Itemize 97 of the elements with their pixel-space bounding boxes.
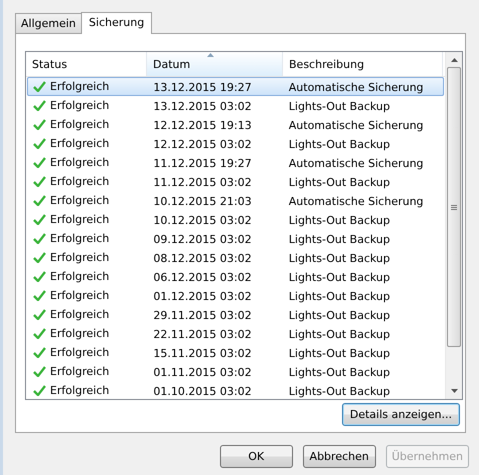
description-cell-text: Lights-Out Backup: [288, 175, 391, 190]
details-button[interactable]: Details anzeigen...: [342, 403, 460, 426]
status-cell-text: Erfolgreich: [50, 193, 110, 209]
date-cell-text: 01.11.2015 03:02: [152, 365, 253, 380]
status-cell-text: Erfolgreich: [50, 345, 110, 361]
checkmark-icon: [33, 214, 46, 225]
date-cell-text: 11.12.2015 19:27: [152, 156, 253, 171]
table-row[interactable]: Erfolgreich 01.12.2015 03:02 Lights-Out Backup: [27, 286, 444, 305]
description-cell-text: Lights-Out Backup: [288, 137, 391, 152]
sort-arrow-icon: [207, 53, 214, 57]
status-cell-text: Erfolgreich: [50, 307, 110, 323]
table-row[interactable]: Erfolgreich 11.12.2015 19:27 Automatische Sicherung: [27, 153, 444, 172]
status-cell-text: Erfolgreich: [50, 98, 110, 114]
status-cell-text: Erfolgreich: [50, 155, 110, 171]
table-row[interactable]: Erfolgreich 08.12.2015 03:02 Lights-Out Backup: [27, 248, 444, 267]
checkmark-icon: [33, 157, 46, 168]
checkmark-icon: [33, 100, 46, 111]
table-row[interactable]: Erfolgreich 01.10.2015 03:02 Lights-Out Backup: [27, 381, 444, 399]
date-cell-text: 12.12.2015 19:13: [152, 118, 253, 133]
table-row[interactable]: Erfolgreich 12.12.2015 19:13 Automatische Sicherung: [27, 115, 444, 134]
table-row[interactable]: Erfolgreich 06.12.2015 03:02 Lights-Out Backup: [27, 267, 444, 286]
checkmark-icon: [33, 233, 46, 244]
checkmark-icon: [33, 309, 46, 320]
status-cell-text: Erfolgreich: [50, 364, 110, 380]
description-cell-text: Automatische Sicherung: [288, 194, 424, 209]
description-cell-text: Lights-Out Backup: [288, 308, 391, 323]
date-cell-text: 10.12.2015 21:03: [152, 194, 253, 209]
status-cell-text: Erfolgreich: [50, 383, 110, 399]
status-cell-text: Erfolgreich: [50, 231, 110, 247]
checkmark-icon: [33, 81, 46, 92]
date-cell-text: 09.12.2015 03:02: [152, 232, 253, 247]
date-cell-text: 13.12.2015 03:02: [152, 99, 253, 114]
description-cell-text: Lights-Out Backup: [288, 99, 391, 114]
date-cell-text: 12.12.2015 03:02: [152, 137, 253, 152]
table-row[interactable]: Erfolgreich 29.11.2015 03:02 Lights-Out Backup: [27, 305, 444, 324]
description-cell-text: Lights-Out Backup: [288, 384, 391, 399]
table-row[interactable]: Erfolgreich 11.12.2015 03:02 Lights-Out Backup: [27, 172, 444, 191]
table-row[interactable]: Erfolgreich 01.11.2015 03:02 Lights-Out Backup: [27, 362, 444, 381]
description-cell-text: Lights-Out Backup: [288, 346, 391, 361]
checkmark-icon: [33, 347, 46, 358]
date-cell-text: 13.12.2015 19:27: [152, 80, 253, 95]
status-cell-text: Erfolgreich: [50, 117, 110, 133]
selected-row[interactable]: Erfolgreich 13.12.2015 19:27 Automatische Sicherung: [27, 77, 444, 96]
scroll-up-icon[interactable]: [450, 58, 458, 62]
checkmark-icon: [33, 138, 46, 149]
table-row[interactable]: Erfolgreich 09.12.2015 03:02 Lights-Out Backup: [27, 229, 444, 248]
description-cell-text: Lights-Out Backup: [288, 327, 391, 342]
scroll-down-icon[interactable]: [450, 389, 458, 393]
scrollbar[interactable]: [445, 52, 462, 399]
column-header[interactable]: Beschreibung: [283, 52, 443, 76]
column-header[interactable]: Datum: [147, 52, 283, 76]
table-row[interactable]: Erfolgreich 15.11.2015 03:02 Lights-Out Backup: [27, 343, 444, 362]
description-cell-text: Automatische Sicherung: [288, 156, 424, 171]
table-row[interactable]: Erfolgreich 12.12.2015 03:02 Lights-Out Backup: [27, 134, 444, 153]
table-row[interactable]: Erfolgreich 10.12.2015 21:03 Automatische Sicherung: [27, 191, 444, 210]
checkmark-icon: [33, 328, 46, 339]
status-cell-text: Erfolgreich: [50, 212, 110, 228]
date-cell-text: 01.10.2015 03:02: [152, 384, 253, 399]
date-cell-text: 11.12.2015 03:02: [152, 175, 253, 190]
description-cell-text: Lights-Out Backup: [288, 232, 391, 247]
checkmark-icon: [33, 271, 46, 282]
status-cell-text: Erfolgreich: [50, 250, 110, 266]
description-cell-text: Lights-Out Backup: [288, 270, 391, 285]
date-cell-text: 08.12.2015 03:02: [152, 251, 253, 266]
description-cell-text: Automatische Sicherung: [288, 80, 424, 95]
tab[interactable]: Allgemein: [15, 13, 82, 33]
checkmark-icon: [33, 176, 46, 187]
description-cell-text: Lights-Out Backup: [288, 365, 391, 380]
checkmark-icon: [33, 385, 46, 396]
checkmark-icon: [33, 195, 46, 206]
date-cell-text: 10.12.2015 03:02: [152, 213, 253, 228]
status-cell-text: Erfolgreich: [50, 269, 110, 285]
date-cell-text: 06.12.2015 03:02: [152, 270, 253, 285]
ok-button[interactable]: OK: [220, 445, 293, 468]
date-cell-text: 22.11.2015 03:02: [152, 327, 253, 342]
status-cell-text: Erfolgreich: [50, 288, 110, 304]
description-cell-text: Lights-Out Backup: [288, 289, 391, 304]
table-row[interactable]: Erfolgreich 22.11.2015 03:02 Lights-Out Backup: [27, 324, 444, 343]
scroll-thumb[interactable]: [447, 67, 461, 347]
description-cell-text: Automatische Sicherung: [288, 118, 424, 133]
table-row[interactable]: Erfolgreich 10.12.2015 03:02 Lights-Out Backup: [27, 210, 444, 229]
table-row[interactable]: Erfolgreich 13.12.2015 03:02 Lights-Out Backup: [27, 96, 444, 115]
date-cell-text: 15.11.2015 03:02: [152, 346, 253, 361]
status-cell-text: Erfolgreich: [50, 174, 110, 190]
cancel-button[interactable]: Abbrechen: [302, 445, 376, 468]
date-cell-text: 01.12.2015 03:02: [152, 289, 253, 304]
status-cell-text: Erfolgreich: [50, 136, 110, 152]
status-cell-text: Erfolgreich: [50, 79, 110, 95]
description-cell-text: Lights-Out Backup: [288, 251, 391, 266]
date-cell-text: 29.11.2015 03:02: [152, 308, 253, 323]
checkmark-icon: [33, 290, 46, 301]
checkmark-icon: [33, 119, 46, 130]
status-cell-text: Erfolgreich: [50, 326, 110, 342]
checkmark-icon: [33, 366, 46, 377]
checkmark-icon: [33, 252, 46, 263]
tab[interactable]: Sicherung: [80, 12, 152, 34]
description-cell-text: Lights-Out Backup: [288, 213, 391, 228]
